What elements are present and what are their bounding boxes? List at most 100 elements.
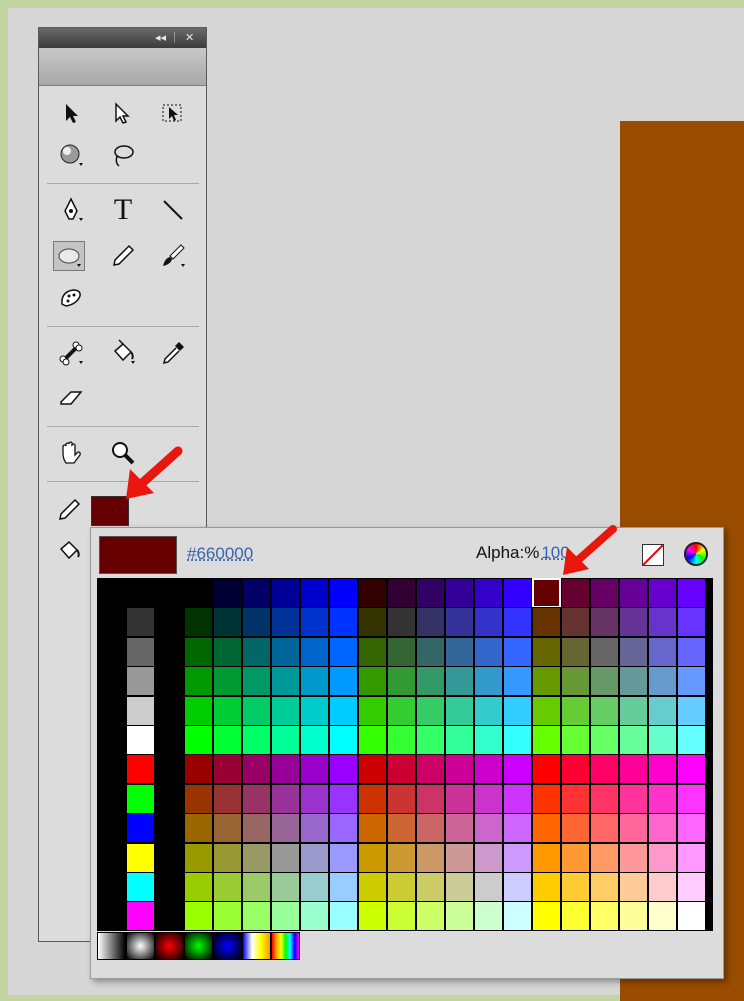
free-transform-tool[interactable] [157, 98, 189, 128]
color-swatch[interactable] [329, 578, 358, 608]
color-swatch[interactable] [590, 637, 619, 667]
color-swatch[interactable] [126, 901, 155, 931]
color-swatch[interactable] [474, 843, 503, 873]
color-swatch[interactable] [532, 843, 561, 873]
color-swatch[interactable] [126, 872, 155, 902]
gradient-swatch[interactable] [184, 932, 213, 960]
color-swatch[interactable] [329, 872, 358, 902]
color-swatch[interactable] [329, 607, 358, 637]
color-swatch[interactable] [329, 637, 358, 667]
color-swatch[interactable] [184, 637, 213, 667]
color-swatch[interactable] [677, 754, 706, 784]
color-swatch[interactable] [271, 843, 300, 873]
gradient-swatch[interactable] [155, 932, 184, 960]
color-swatch[interactable] [532, 696, 561, 726]
color-swatch[interactable] [387, 754, 416, 784]
color-swatch[interactable] [677, 607, 706, 637]
color-swatch[interactable] [474, 784, 503, 814]
color-swatch[interactable] [561, 872, 590, 902]
color-swatch[interactable] [184, 578, 213, 608]
color-swatch[interactable] [619, 607, 648, 637]
color-swatch[interactable] [387, 813, 416, 843]
color-swatch[interactable] [474, 725, 503, 755]
color-swatch[interactable] [271, 725, 300, 755]
color-swatch[interactable] [503, 578, 532, 608]
color-swatch[interactable] [590, 813, 619, 843]
color-swatch[interactable] [271, 872, 300, 902]
color-swatch[interactable] [416, 637, 445, 667]
color-swatch[interactable] [503, 607, 532, 637]
color-swatch[interactable] [184, 813, 213, 843]
color-swatch[interactable] [677, 578, 706, 608]
bone-tool[interactable] [55, 338, 87, 368]
color-swatch[interactable] [126, 725, 155, 755]
color-swatch[interactable] [474, 607, 503, 637]
color-swatch[interactable] [445, 843, 474, 873]
color-swatch[interactable] [561, 901, 590, 931]
gradient-swatch[interactable] [271, 932, 300, 960]
color-swatch[interactable] [184, 666, 213, 696]
color-swatch[interactable] [532, 872, 561, 902]
color-swatch[interactable] [532, 637, 561, 667]
color-swatch[interactable] [300, 725, 329, 755]
color-swatch[interactable] [358, 843, 387, 873]
color-swatch[interactable] [474, 578, 503, 608]
color-swatch[interactable] [416, 843, 445, 873]
color-swatch[interactable] [271, 901, 300, 931]
color-swatch[interactable] [242, 784, 271, 814]
color-swatch[interactable] [242, 666, 271, 696]
close-icon[interactable]: ✕ [185, 31, 194, 44]
color-swatch[interactable] [126, 754, 155, 784]
color-swatch[interactable] [271, 637, 300, 667]
color-swatch[interactable] [445, 637, 474, 667]
eraser-tool[interactable] [55, 383, 87, 413]
color-swatch[interactable] [213, 843, 242, 873]
color-swatch[interactable] [242, 872, 271, 902]
color-swatch[interactable] [184, 754, 213, 784]
color-swatch[interactable] [329, 901, 358, 931]
color-swatch[interactable] [387, 696, 416, 726]
gradient-swatch[interactable] [97, 932, 126, 960]
color-swatch[interactable] [126, 637, 155, 667]
color-swatch[interactable] [445, 725, 474, 755]
color-swatch[interactable] [416, 813, 445, 843]
color-swatch[interactable] [503, 754, 532, 784]
color-swatch[interactable] [619, 872, 648, 902]
color-swatch[interactable] [619, 843, 648, 873]
color-swatch[interactable] [619, 725, 648, 755]
color-swatch[interactable] [532, 666, 561, 696]
color-swatch[interactable] [329, 813, 358, 843]
oval-tool[interactable] [53, 241, 85, 271]
color-swatch[interactable] [648, 754, 677, 784]
color-swatch[interactable] [387, 578, 416, 608]
color-swatch[interactable] [532, 901, 561, 931]
color-swatch[interactable] [329, 754, 358, 784]
color-swatch[interactable] [561, 784, 590, 814]
pen-tool[interactable] [55, 195, 87, 225]
color-swatch[interactable] [474, 637, 503, 667]
gradient-swatch[interactable] [213, 932, 242, 960]
color-swatch[interactable] [445, 696, 474, 726]
color-swatch[interactable] [590, 754, 619, 784]
color-swatch[interactable] [300, 843, 329, 873]
color-swatch[interactable] [387, 725, 416, 755]
color-swatch[interactable] [474, 696, 503, 726]
color-swatch[interactable] [242, 578, 271, 608]
hand-tool[interactable] [55, 438, 87, 468]
color-swatch[interactable] [416, 784, 445, 814]
color-swatch[interactable] [126, 696, 155, 726]
color-picker-wheel-icon[interactable] [684, 542, 708, 566]
color-swatch[interactable] [126, 607, 155, 637]
color-swatch[interactable] [242, 901, 271, 931]
color-swatch[interactable] [184, 696, 213, 726]
color-swatch[interactable] [648, 666, 677, 696]
color-swatch[interactable] [300, 696, 329, 726]
color-swatch[interactable] [300, 813, 329, 843]
color-swatch[interactable] [503, 813, 532, 843]
color-swatch[interactable] [474, 754, 503, 784]
color-swatch[interactable] [329, 696, 358, 726]
color-swatch[interactable] [387, 843, 416, 873]
color-swatch[interactable] [300, 872, 329, 902]
color-swatch[interactable] [503, 637, 532, 667]
color-swatch[interactable] [358, 784, 387, 814]
